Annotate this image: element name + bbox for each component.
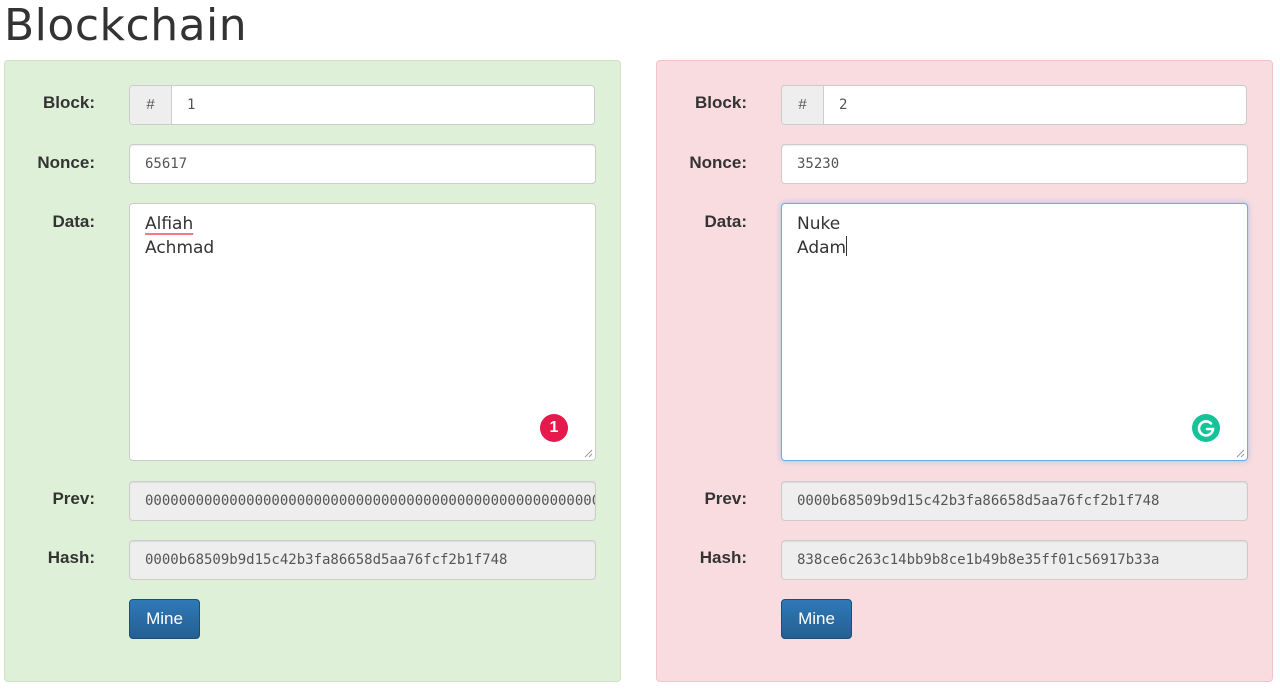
error-count-badge[interactable]: 1 — [540, 414, 568, 442]
data-label: Data: — [704, 212, 747, 231]
resize-grip-icon[interactable] — [1235, 448, 1245, 458]
hash-input[interactable]: 838ce6c263c14bb9b8ce1b49b8e35ff01c56917b… — [781, 540, 1248, 580]
hash-label: Hash: — [699, 548, 747, 567]
block-label: Block: — [43, 93, 95, 112]
data-textarea[interactable]: Nuke Adam — [781, 203, 1248, 461]
data-line-with-caret: Adam — [797, 236, 1232, 260]
prev-hash-input[interactable]: 0000b68509b9d15c42b3fa86658d5aa76fcf2b1f… — [781, 481, 1248, 521]
data-line: Adam — [797, 238, 847, 258]
nonce-input[interactable]: 35230 — [781, 144, 1248, 184]
block-number-input[interactable]: 2 — [824, 86, 1246, 124]
mine-button[interactable]: Mine — [129, 599, 200, 639]
prev-hash-input[interactable]: 0000000000000000000000000000000000000000… — [129, 481, 596, 521]
hash-label: Hash: — [47, 548, 95, 567]
text-caret — [846, 236, 848, 256]
block-number-group: # 2 — [781, 85, 1247, 125]
prev-label: Prev: — [52, 489, 95, 508]
prev-label: Prev: — [704, 489, 747, 508]
hash-input[interactable]: 0000b68509b9d15c42b3fa86658d5aa76fcf2b1f… — [129, 540, 596, 580]
block-panel-2: Block: # 2 Nonce: 35230 Data: Nuke Adam … — [656, 60, 1273, 682]
block-panel-1: Block: # 1 Nonce: 65617 Data: Alfiah Ach… — [4, 60, 621, 682]
data-label: Data: — [52, 212, 95, 231]
block-number-group: # 1 — [129, 85, 595, 125]
nonce-label: Nonce: — [37, 153, 95, 172]
block-number-input[interactable]: 1 — [172, 86, 594, 124]
data-line: Alfiah — [145, 214, 194, 234]
data-line: Achmad — [145, 238, 215, 258]
page-title: Blockchain — [4, 0, 248, 51]
hash-symbol-addon: # — [130, 86, 172, 124]
grammarly-icon[interactable] — [1192, 414, 1220, 442]
mine-button[interactable]: Mine — [781, 599, 852, 639]
hash-symbol-addon: # — [782, 86, 824, 124]
data-line: Nuke — [797, 214, 841, 234]
resize-grip-icon[interactable] — [583, 448, 593, 458]
block-label: Block: — [695, 93, 747, 112]
data-textarea[interactable]: Alfiah Achmad 1 — [129, 203, 596, 461]
nonce-input[interactable]: 65617 — [129, 144, 596, 184]
nonce-label: Nonce: — [689, 153, 747, 172]
